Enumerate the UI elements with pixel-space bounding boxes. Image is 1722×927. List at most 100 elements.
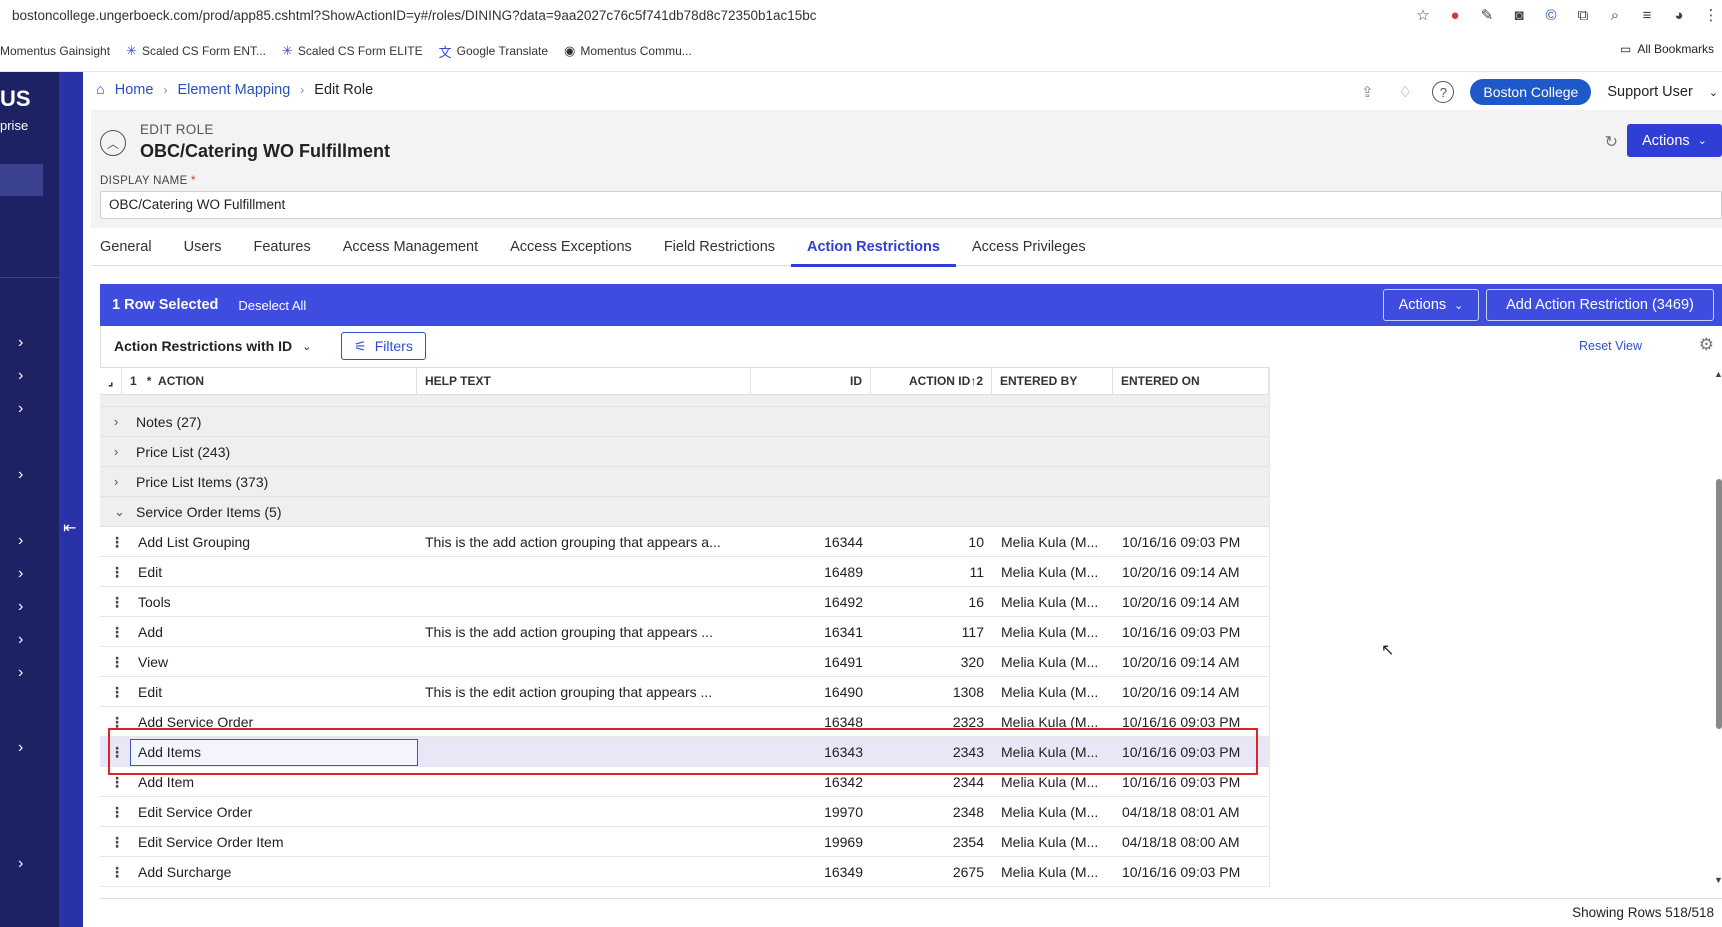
scroll-up-icon[interactable]: ▲ bbox=[1714, 369, 1722, 379]
view-selector[interactable]: Action Restrictions with ID ⌄ bbox=[114, 338, 311, 354]
actions-button[interactable]: Actions ⌄ bbox=[1627, 124, 1722, 157]
chevron-right-icon[interactable]: › bbox=[18, 598, 32, 615]
row-menu-icon[interactable]: ⋮ bbox=[110, 587, 124, 617]
reading-list-icon[interactable]: ≡ bbox=[1636, 4, 1658, 26]
row-menu-icon[interactable]: ⋮ bbox=[110, 857, 124, 887]
column-header-action-id[interactable]: ACTION ID↑2 bbox=[871, 368, 992, 395]
table-row[interactable]: ⋮ Edit Service Order 19970 2348 Melia Ku… bbox=[100, 797, 1269, 827]
column-header-entered-on[interactable]: ENTERED ON bbox=[1113, 368, 1269, 395]
menu-dots-icon[interactable]: ⋮ bbox=[1700, 4, 1722, 26]
chevron-right-icon[interactable]: › bbox=[18, 739, 32, 756]
refresh-icon[interactable]: ↻ bbox=[1605, 132, 1618, 152]
table-row[interactable]: ⋮ Edit Service Order Item 19969 2354 Mel… bbox=[100, 827, 1269, 857]
chevron-down-icon[interactable]: ⌄ bbox=[114, 497, 125, 527]
group-row[interactable]: › Notes (27) bbox=[100, 407, 1269, 437]
camera-icon[interactable]: ◙ bbox=[1508, 4, 1530, 26]
group-row[interactable]: › Price List Items (373) bbox=[100, 467, 1269, 497]
tab-access-exceptions[interactable]: Access Exceptions bbox=[494, 228, 648, 266]
puzzle-icon[interactable]: ⧉ bbox=[1572, 4, 1594, 26]
row-menu-icon[interactable]: ⋮ bbox=[110, 557, 124, 587]
reset-view-link[interactable]: Reset View bbox=[1579, 339, 1642, 353]
bell-icon[interactable]: ♢ bbox=[1394, 81, 1416, 103]
table-row[interactable]: ⋮ Add List Grouping This is the add acti… bbox=[100, 527, 1269, 557]
group-row-expanded[interactable]: ⌄ Service Order Items (5) bbox=[100, 497, 1269, 527]
row-menu-icon[interactable]: ⋮ bbox=[110, 827, 124, 857]
bookmark-scaled-cs-elite[interactable]: ✳ Scaled CS Form ELITE bbox=[282, 43, 423, 59]
tab-general[interactable]: General bbox=[91, 228, 168, 266]
profile-avatar-icon[interactable]: ◕ bbox=[1668, 4, 1690, 26]
deselect-all-button[interactable]: Deselect All bbox=[238, 298, 306, 313]
chevron-right-icon[interactable]: › bbox=[18, 334, 32, 351]
row-menu-icon[interactable]: ⋮ bbox=[110, 677, 124, 707]
chevron-right-icon[interactable]: › bbox=[18, 631, 32, 648]
bookmark-google-translate[interactable]: 文 Google Translate bbox=[439, 42, 548, 61]
extension-c-icon[interactable]: © bbox=[1540, 4, 1562, 26]
all-bookmarks[interactable]: ▭ All Bookmarks bbox=[1620, 42, 1714, 56]
table-row[interactable]: ⋮ Add Surcharge 16349 2675 Melia Kula (M… bbox=[100, 857, 1269, 887]
upload-icon[interactable]: ⇪ bbox=[1356, 81, 1378, 103]
chevron-right-icon[interactable]: › bbox=[18, 367, 32, 384]
chevron-right-icon[interactable]: › bbox=[18, 565, 32, 582]
bookmark-momentus-gainsight[interactable]: Momentus Gainsight bbox=[0, 44, 110, 58]
tab-users[interactable]: Users bbox=[168, 228, 238, 266]
group-row-partial bbox=[100, 395, 1269, 407]
table-row[interactable]: ⋮ Edit 16489 11 Melia Kula (M... 10/20/1… bbox=[100, 557, 1269, 587]
scrollbar-thumb[interactable] bbox=[1716, 479, 1722, 729]
group-row[interactable]: › Price List (243) bbox=[100, 437, 1269, 467]
row-menu-icon[interactable]: ⋮ bbox=[110, 797, 124, 827]
tab-features[interactable]: Features bbox=[237, 228, 326, 266]
table-row[interactable]: ⋮ Tools 16492 16 Melia Kula (M... 10/20/… bbox=[100, 587, 1269, 617]
adblock-icon[interactable]: ● bbox=[1444, 4, 1466, 26]
vertical-scrollbar[interactable]: ▲ ▼ bbox=[1714, 367, 1722, 887]
breadcrumb-home[interactable]: Home bbox=[115, 82, 154, 98]
filters-button[interactable]: ⚟ Filters bbox=[341, 332, 426, 360]
nav-selected-item[interactable] bbox=[0, 164, 43, 196]
chevron-right-icon[interactable]: › bbox=[18, 466, 32, 483]
scroll-down-icon[interactable]: ▼ bbox=[1714, 875, 1722, 885]
tab-access-management[interactable]: Access Management bbox=[327, 228, 494, 266]
bookmark-momentus-commu[interactable]: ◉ Momentus Commu... bbox=[564, 43, 692, 59]
row-menu-icon[interactable]: ⋮ bbox=[110, 527, 124, 557]
actions-label: Actions bbox=[1642, 132, 1690, 149]
column-header-entered-by[interactable]: ENTERED BY bbox=[992, 368, 1113, 395]
gear-icon[interactable]: ⚙ bbox=[1699, 335, 1714, 355]
tab-access-privileges[interactable]: Access Privileges bbox=[956, 228, 1102, 266]
home-icon[interactable]: ⌂ bbox=[96, 82, 105, 98]
display-name-input[interactable]: OBC/Catering WO Fulfillment bbox=[100, 191, 1722, 219]
chevron-right-icon[interactable]: › bbox=[18, 855, 32, 872]
collapse-up-icon[interactable]: ︿ bbox=[100, 130, 126, 156]
chevron-down-icon[interactable]: ⌄ bbox=[1709, 86, 1718, 99]
chevron-right-icon[interactable]: › bbox=[114, 437, 118, 467]
breadcrumb-element-mapping[interactable]: Element Mapping bbox=[177, 82, 290, 98]
chevron-right-icon[interactable]: › bbox=[18, 532, 32, 549]
tab-field-restrictions[interactable]: Field Restrictions bbox=[648, 228, 791, 266]
url-text[interactable]: bostoncollege.ungerboeck.com/prod/app85.… bbox=[12, 8, 817, 23]
pen-icon[interactable]: ✎ bbox=[1476, 4, 1498, 26]
collapse-left-icon[interactable]: ⇤ bbox=[63, 518, 76, 538]
select-all-checkbox[interactable]: ⌟ bbox=[100, 368, 122, 395]
user-menu[interactable]: Support User bbox=[1607, 84, 1692, 100]
row-menu-icon[interactable]: ⋮ bbox=[110, 617, 124, 647]
grid-actions-button[interactable]: Actions ⌄ bbox=[1383, 289, 1479, 321]
table-row[interactable]: ⋮ Edit This is the edit action grouping … bbox=[100, 677, 1269, 707]
chevron-right-icon[interactable]: › bbox=[114, 467, 118, 497]
column-header-action[interactable]: 1 * ACTION bbox=[122, 368, 417, 395]
chevron-right-icon[interactable]: › bbox=[18, 400, 32, 417]
add-action-restriction-button[interactable]: Add Action Restriction (3469) bbox=[1486, 289, 1714, 321]
table-row[interactable]: ⋮ Add This is the add action grouping th… bbox=[100, 617, 1269, 647]
divider bbox=[0, 277, 59, 278]
table-row[interactable]: ⋮ View 16491 320 Melia Kula (M... 10/20/… bbox=[100, 647, 1269, 677]
chevron-right-icon[interactable]: › bbox=[114, 407, 118, 437]
nav-collapse-bar[interactable]: ⇤ bbox=[59, 72, 83, 927]
address-bar[interactable]: bostoncollege.ungerboeck.com/prod/app85.… bbox=[0, 0, 1722, 30]
star-icon[interactable]: ☆ bbox=[1412, 4, 1434, 26]
chevron-right-icon[interactable]: › bbox=[18, 664, 32, 681]
row-menu-icon[interactable]: ⋮ bbox=[110, 647, 124, 677]
bookmark-scaled-cs-ent[interactable]: ✳ Scaled CS Form ENT... bbox=[126, 43, 266, 59]
help-icon[interactable]: ? bbox=[1432, 81, 1455, 103]
tab-action-restrictions[interactable]: Action Restrictions bbox=[791, 228, 956, 267]
tab-search-icon[interactable]: ⌕ bbox=[1604, 4, 1626, 26]
org-switcher-button[interactable]: Boston College bbox=[1470, 79, 1592, 105]
column-header-id[interactable]: ID bbox=[751, 368, 871, 395]
column-header-help-text[interactable]: HELP TEXT bbox=[417, 368, 751, 395]
